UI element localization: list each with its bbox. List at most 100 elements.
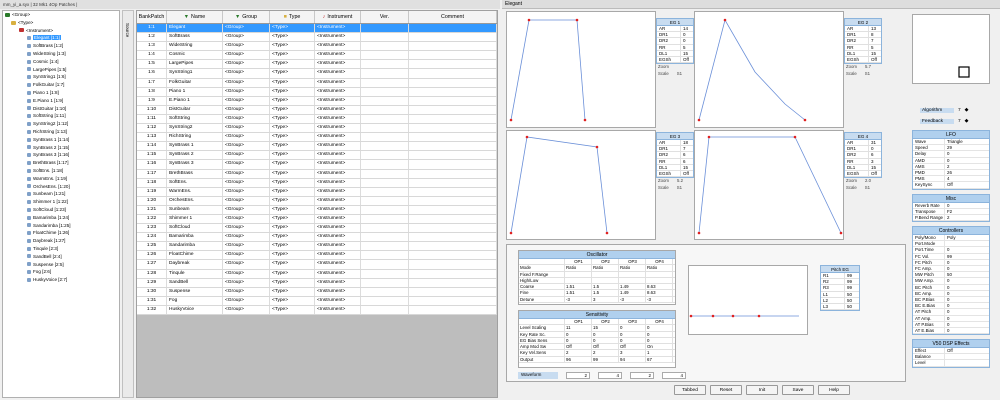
- cell-value[interactable]: [619, 277, 646, 284]
- eg-param-value[interactable]: 0: [869, 146, 874, 151]
- param-value[interactable]: 0: [945, 297, 949, 302]
- cell-value[interactable]: 2: [565, 350, 592, 356]
- param-value[interactable]: Off: [945, 348, 953, 353]
- cell-value[interactable]: [646, 271, 673, 277]
- cell-value[interactable]: 0: [592, 331, 619, 337]
- table-row[interactable]: 1:20 OrchesEns. <Group> <Type> <Instrument>: [137, 196, 497, 206]
- param-value[interactable]: 0: [945, 203, 949, 208]
- reset-button[interactable]: Reset: [710, 385, 742, 395]
- tree-item[interactable]: Shimmer 1 [1:22]: [3, 198, 119, 206]
- cell-value[interactable]: Off: [619, 344, 646, 350]
- cell-value[interactable]: 0: [619, 325, 646, 331]
- tree-item[interactable]: Tinqule [2:3]: [3, 245, 119, 253]
- param-value[interactable]: 2: [945, 164, 949, 169]
- tree-item[interactable]: SoftBrass [1:2]: [3, 42, 119, 50]
- tree-item[interactable]: HuskyVoice [2:7]: [3, 276, 119, 284]
- table-row[interactable]: 1:1 Elegant <Group> <Type> <Instrument>: [137, 24, 497, 34]
- cell-value[interactable]: 1.51: [565, 290, 592, 296]
- table-row[interactable]: 1:14 SynBrass 1 <Group> <Type> <Instrument>: [137, 142, 497, 152]
- eg-param-value[interactable]: 5: [869, 45, 874, 50]
- eg-param-value[interactable]: 13: [869, 26, 876, 31]
- eg-param[interactable]: EGSh Off: [657, 56, 693, 64]
- pitch-eg-param[interactable]: L3 50: [821, 303, 859, 311]
- cell-value[interactable]: Ratio: [619, 265, 646, 271]
- eg-param-value[interactable]: Off: [681, 57, 689, 62]
- cell-value[interactable]: [565, 271, 592, 277]
- init-button[interactable]: Init: [746, 385, 778, 395]
- param-value[interactable]: 0: [945, 303, 949, 308]
- tree-item[interactable]: Elegant [1:1]: [3, 34, 119, 42]
- param-value[interactable]: 0: [945, 151, 949, 156]
- cell-value[interactable]: 1.49: [619, 290, 646, 296]
- table-row[interactable]: 1:8 Piano 1 <Group> <Type> <Instrument>: [137, 87, 497, 97]
- cell-value[interactable]: -3: [565, 296, 592, 303]
- tree-item[interactable]: SynBrass 2 [1:15]: [3, 144, 119, 152]
- tree-item[interactable]: FloatChime [1:26]: [3, 229, 119, 237]
- param-value[interactable]: Off: [945, 182, 953, 187]
- eg-param-value[interactable]: 6: [869, 152, 874, 157]
- eg2-plot[interactable]: [694, 11, 844, 128]
- table-row[interactable]: 1:28 Tinqule <Group> <Type> <Instrument>: [137, 269, 497, 279]
- tabbed-button[interactable]: Tabbed: [674, 385, 706, 395]
- param-value[interactable]: 99: [945, 254, 952, 259]
- param-value[interactable]: [945, 241, 947, 246]
- param-value[interactable]: 0: [945, 278, 949, 283]
- eg-param-value[interactable]: 18: [681, 140, 688, 145]
- cell-value[interactable]: [592, 271, 619, 277]
- tree-root-node[interactable]: <Group>: [3, 11, 119, 19]
- spin-icon[interactable]: ◆: [965, 119, 969, 124]
- table-row[interactable]: 1:5 LargePipes <Group> <Type> <Instrument>: [137, 60, 497, 70]
- param-value[interactable]: F2: [945, 209, 952, 214]
- tree-instrument-node[interactable]: <Instrument>: [3, 27, 119, 35]
- tree-item[interactable]: RichString [1:13]: [3, 128, 119, 136]
- eg-param-value[interactable]: 15: [869, 51, 876, 56]
- eg-param-value[interactable]: 7: [681, 146, 686, 151]
- scale-value[interactable]: S1: [677, 71, 682, 76]
- cell-value[interactable]: 67: [646, 356, 673, 363]
- cell-value[interactable]: Ratio: [565, 265, 592, 271]
- cell-value[interactable]: 1.49: [619, 284, 646, 290]
- cell-value[interactable]: 3: [592, 296, 619, 303]
- cell-value[interactable]: 11: [565, 325, 592, 331]
- cell-value[interactable]: Ratio: [592, 265, 619, 271]
- v50-param[interactable]: Level: [913, 360, 989, 367]
- cell-value[interactable]: [619, 271, 646, 277]
- eg-param-value[interactable]: 3: [869, 159, 874, 164]
- param-value[interactable]: 0: [945, 158, 949, 163]
- table-row[interactable]: 1:15 SynBrass 2 <Group> <Type> <Instrument>: [137, 151, 497, 161]
- param-value[interactable]: 0: [945, 328, 949, 333]
- param-value[interactable]: 4: [945, 176, 949, 181]
- tree-item[interactable]: SynBrass 3 [1:16]: [3, 151, 119, 159]
- eg-param[interactable]: EGSh Off: [845, 56, 881, 64]
- cell-value[interactable]: 1.5: [592, 284, 619, 290]
- cell-value[interactable]: 0: [619, 337, 646, 344]
- tree-item[interactable]: Cosmic [1:4]: [3, 58, 119, 66]
- cell-value[interactable]: Ratio: [646, 265, 673, 271]
- eg-param-value[interactable]: 6: [681, 159, 686, 164]
- table-row[interactable]: 1:7 FolkGuitar <Group> <Type> <Instrument>: [137, 78, 497, 88]
- col-bankpatch[interactable]: BankPatch: [137, 11, 167, 23]
- table-row[interactable]: 1:31 Fog <Group> <Type> <Instrument>: [137, 296, 497, 306]
- param-value[interactable]: 0: [945, 247, 949, 252]
- cell-value[interactable]: 0: [646, 337, 673, 344]
- cell-value[interactable]: 8.63: [646, 284, 673, 290]
- tree-type-node[interactable]: <Type>: [3, 19, 119, 27]
- table-row[interactable]: 1:21 Sunbeam <Group> <Type> <Instrument>: [137, 205, 497, 215]
- eg-param-value[interactable]: 15: [869, 165, 876, 170]
- param-value[interactable]: 50: [845, 292, 852, 297]
- table-row[interactable]: 1:6 SynString1 <Group> <Type> <Instrument>: [137, 69, 497, 79]
- cell-value[interactable]: 8.63: [646, 290, 673, 296]
- cell-value[interactable]: 0: [565, 337, 592, 344]
- scale-value[interactable]: S1: [865, 71, 870, 76]
- tree-item[interactable]: DistGuitar [1:10]: [3, 105, 119, 113]
- scale-value[interactable]: S1: [677, 185, 682, 190]
- param-value[interactable]: 29: [945, 145, 952, 150]
- param-value[interactable]: 26: [945, 170, 952, 175]
- tree-item[interactable]: SoftEns. [1:18]: [3, 167, 119, 175]
- table-row[interactable]: 1:18 SoftEns. <Group> <Type> <Instrument>: [137, 178, 497, 188]
- table-row[interactable]: 1:11 SoftString <Group> <Type> <Instrument>: [137, 114, 497, 125]
- col-instrument[interactable]: ♪ Instrument: [315, 11, 361, 23]
- param-value[interactable]: 0: [945, 260, 949, 265]
- misc-param[interactable]: P.Bend Range 2: [913, 214, 989, 222]
- tree-item[interactable]: E.Piano 1 [1:9]: [3, 97, 119, 105]
